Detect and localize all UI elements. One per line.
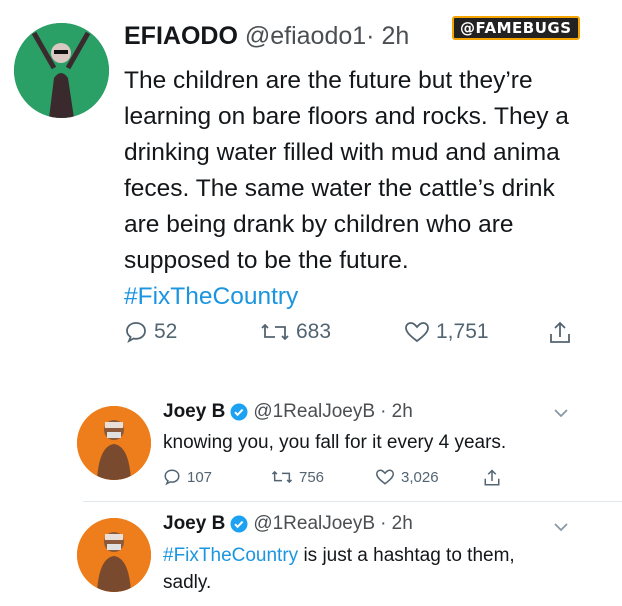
username[interactable]: @efiaodo1	[245, 22, 366, 50]
retweet-button[interactable]: 683	[260, 320, 331, 344]
display-name[interactable]: Joey B	[163, 401, 225, 423]
tweet-text: The children are the future but they’re …	[124, 63, 622, 315]
reply-icon	[126, 322, 146, 343]
retweet-icon	[271, 470, 293, 484]
display-name[interactable]: EFIAODO	[124, 22, 238, 50]
retweet-count: 683	[296, 320, 332, 343]
avatar[interactable]	[14, 23, 109, 118]
display-name[interactable]: Joey B	[163, 513, 225, 535]
tweet-actions: 107 756 3,026	[163, 468, 523, 492]
avatar[interactable]	[77, 518, 151, 592]
hashtag-link[interactable]: #FixTheCountry	[124, 279, 622, 315]
tweet-header: EFIAODO @efiaodo1· 2h	[124, 22, 409, 51]
reply-count: 107	[187, 468, 213, 486]
tweet-actions: 52 683 1,751	[124, 320, 594, 354]
tweet-header: Joey B @1RealJoeyB · 2h	[163, 401, 413, 423]
username[interactable]: @1RealJoeyB	[253, 513, 375, 535]
timestamp[interactable]: · 2h	[380, 513, 413, 535]
reply-tweet[interactable]: Joey B @1RealJoeyB · 2h knowing you, you …	[0, 392, 622, 500]
share-button[interactable]	[548, 320, 572, 346]
chevron-down-icon[interactable]	[553, 522, 569, 532]
chevron-down-icon[interactable]	[553, 408, 569, 418]
hashtag-link[interactable]: #FixTheCountry	[163, 545, 298, 566]
verified-badge-icon	[230, 515, 248, 533]
avatar-image	[77, 518, 151, 592]
reply-tweet[interactable]: Joey B @1RealJoeyB · 2h #FixTheCountry is…	[0, 502, 622, 606]
reply-icon	[164, 469, 180, 486]
avatar[interactable]	[77, 406, 151, 480]
reply-count: 52	[154, 320, 178, 343]
avatar-image	[77, 406, 151, 480]
reply-button[interactable]: 52	[124, 320, 177, 344]
share-icon	[484, 469, 500, 486]
timestamp[interactable]: · 2h	[380, 401, 413, 423]
share-icon	[550, 321, 570, 343]
username[interactable]: @1RealJoeyB	[253, 401, 375, 423]
verified-badge-icon	[230, 403, 248, 421]
retweet-count: 756	[299, 468, 325, 486]
tweet-header: Joey B @1RealJoeyB · 2h	[163, 513, 413, 535]
tweet-text-line: supposed to be the future.	[124, 247, 409, 274]
tweet-text: knowing you, you fall for it every 4 yea…	[163, 432, 507, 453]
heart-icon	[375, 469, 395, 485]
like-count: 1,751	[436, 320, 489, 343]
heart-icon	[405, 322, 429, 343]
retweet-icon	[261, 323, 289, 341]
main-tweet[interactable]: EFIAODO @efiaodo1· 2h The children are t…	[0, 0, 622, 372]
avatar-image	[14, 23, 109, 118]
retweet-button[interactable]: 756	[271, 468, 324, 486]
tweet-text-line: is just a hashtag to them,	[298, 545, 515, 566]
share-button[interactable]	[483, 468, 501, 488]
like-button[interactable]: 3,026	[375, 468, 439, 486]
tweet-text: #FixTheCountry is just a hashtag to them…	[163, 542, 515, 596]
tweet-screenshot: @FAMEBUGS EFIAODO @efiaodo1· 2h The chil…	[0, 0, 622, 606]
like-count: 3,026	[401, 468, 439, 486]
reply-button[interactable]: 107	[163, 468, 212, 486]
tweet-text-line: are being drank by children who are	[124, 211, 514, 238]
like-button[interactable]: 1,751	[404, 320, 489, 344]
tweet-text-line: feces. The same water the cattle’s drink	[124, 175, 555, 202]
tweet-text-line: sadly.	[163, 572, 212, 593]
timestamp[interactable]: · 2h	[366, 22, 409, 50]
tweet-text-line: drinking water filled with mud and anima	[124, 139, 560, 166]
tweet-text-line: The children are the future but they’re	[124, 67, 533, 94]
tweet-text-line: learning on bare floors and rocks. They …	[124, 103, 569, 130]
